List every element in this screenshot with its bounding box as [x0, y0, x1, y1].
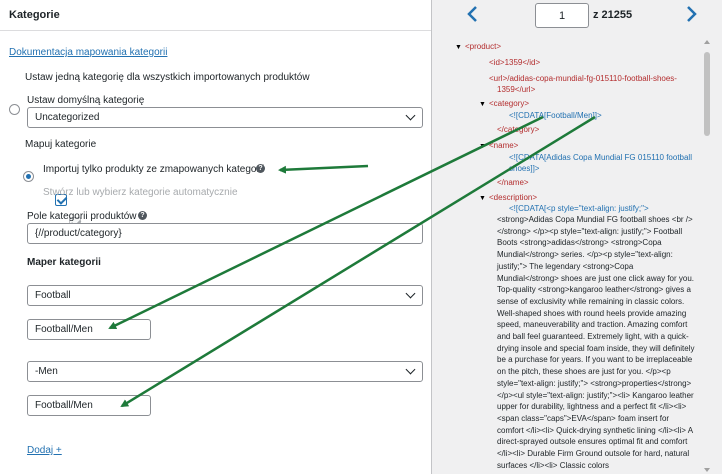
radio-single-category-label: Ustaw jedną kategorię dla wszystkich imp… — [25, 72, 310, 83]
xml-line: <![CDATA[Adidas Copa Mundial FG 015110 f… — [509, 153, 692, 162]
xml-tree: ▼ <product> <id>1359</id> <url>/adidas-c… — [453, 38, 701, 474]
scroll-thumb[interactable] — [704, 52, 710, 136]
pager-current-input[interactable]: 1 — [535, 3, 589, 28]
xml-line: <![CDATA[Football/Men]]> — [509, 111, 602, 120]
radio-single-category[interactable] — [9, 104, 20, 115]
mapping-input-2-value: Football/Men — [35, 400, 93, 411]
mapper-heading: Maper kategorii — [27, 257, 101, 268]
auto-create-label: Stwórz lub wybierz kategorie automatyczn… — [43, 187, 238, 198]
mapping-select-1-value: Football — [35, 290, 71, 301]
xml-line: <id>1359</id> — [489, 58, 541, 67]
panel-title: Kategorie — [0, 0, 431, 31]
xml-scrollbar[interactable] — [702, 38, 712, 474]
help-icon[interactable]: ? — [138, 211, 147, 220]
xml-line: shoes]]> — [509, 164, 540, 173]
xml-line: <url>/adidas-copa-mundial-fg-015110-foot… — [489, 74, 677, 83]
chevron-down-icon — [405, 288, 416, 299]
default-category-value: Uncategorized — [35, 112, 100, 123]
chevron-down-icon — [405, 110, 416, 121]
xml-line: <product> — [465, 42, 502, 51]
xml-line: <category> — [489, 99, 530, 108]
triangle-down-icon[interactable]: ▼ — [479, 193, 486, 205]
mapping-select-1[interactable]: Football — [27, 285, 423, 306]
product-category-field-value: {//product/category} — [35, 228, 122, 239]
docs-link[interactable]: Dokumentacja mapowania kategorii — [9, 47, 167, 58]
help-icon[interactable]: ? — [256, 164, 265, 173]
triangle-down-icon[interactable]: ▼ — [479, 141, 486, 153]
scroll-up-icon[interactable] — [704, 40, 710, 44]
pager-total: z 21255 — [593, 9, 633, 21]
default-category-select[interactable]: Uncategorized — [27, 107, 423, 128]
mapping-input-2[interactable]: Football/Men — [27, 395, 151, 416]
default-category-label: Ustaw domyślną kategorię — [27, 95, 145, 106]
product-category-field-label: Pole kategorii produktów — [27, 211, 137, 222]
mapping-input-1[interactable]: Football/Men — [27, 319, 151, 340]
add-mapping-link[interactable]: Dodaj + — [27, 445, 62, 456]
import-only-mapped-label: Importuj tylko produkty ze zmapowanych k… — [43, 164, 265, 175]
product-category-field-input[interactable]: {//product/category} — [27, 223, 423, 244]
radio-map-categories[interactable] — [22, 171, 34, 182]
mapping-select-2-value: -Men — [35, 366, 58, 377]
triangle-down-icon[interactable]: ▼ — [479, 99, 486, 111]
xml-line: <![CDATA[<p style="text-align: justify;"… — [509, 204, 649, 213]
mapping-input-1-value: Football/Men — [35, 324, 93, 335]
xml-line: <description> — [489, 193, 538, 202]
triangle-down-icon[interactable]: ▼ — [455, 42, 462, 54]
chevron-left-icon[interactable] — [465, 5, 479, 23]
mapping-select-2[interactable]: -Men — [27, 361, 423, 382]
xml-line: <name> — [489, 141, 519, 150]
radio-map-categories-label: Mapuj kategorie — [25, 139, 97, 150]
xml-line: 1359</url> — [497, 85, 536, 94]
xml-line: </name> — [497, 178, 529, 187]
chevron-down-icon — [405, 364, 416, 375]
chevron-right-icon[interactable] — [685, 5, 699, 23]
xml-description-text: <strong>Adidas Copa Mundial FG football … — [497, 215, 695, 470]
xml-line: </category> — [497, 125, 540, 134]
xml-preview-panel: 1 z 21255 ▼ <product> <id>1359</id> <url… — [445, 0, 722, 474]
category-settings-panel: Kategorie Dokumentacja mapowania kategor… — [0, 0, 432, 474]
scroll-down-icon[interactable] — [704, 468, 710, 472]
